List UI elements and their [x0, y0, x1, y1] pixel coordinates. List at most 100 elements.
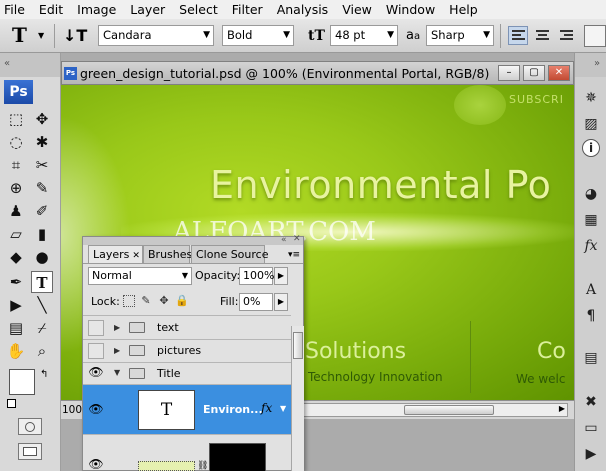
fill-slider-button[interactable]: ▶: [274, 293, 288, 311]
menu-help[interactable]: Help: [449, 2, 478, 17]
menu-image[interactable]: Image: [77, 2, 116, 17]
menu-filter[interactable]: Filter: [232, 2, 263, 17]
toolbox-header[interactable]: «: [0, 53, 60, 77]
tools-panel-icon[interactable]: ✖: [580, 391, 602, 413]
styles-fx-icon[interactable]: fx: [580, 235, 602, 257]
layers-scrollbar[interactable]: [291, 326, 304, 471]
visibility-toggle[interactable]: [88, 320, 104, 336]
eye-icon[interactable]: 👁: [88, 365, 104, 381]
foreground-color-swatch[interactable]: [9, 369, 35, 395]
antialias-select[interactable]: Sharp ▼: [426, 25, 494, 46]
menu-analysis[interactable]: Analysis: [277, 2, 329, 17]
lock-pixels-icon[interactable]: ✎: [140, 295, 152, 307]
minimize-button[interactable]: –: [498, 65, 520, 81]
menu-view[interactable]: View: [342, 2, 372, 17]
font-size-select[interactable]: 48 pt ▼: [330, 25, 398, 46]
dodge-tool-icon[interactable]: ●: [31, 246, 53, 268]
fill-input[interactable]: 0%: [239, 293, 273, 311]
horizontal-scrollbar[interactable]: ◀ ▶: [288, 403, 568, 417]
lock-position-icon[interactable]: ✥: [158, 295, 170, 307]
history-panel-icon[interactable]: ▭: [580, 417, 602, 439]
history-brush-tool-icon[interactable]: ✐: [31, 200, 53, 222]
crop-tool-icon[interactable]: ⌗: [5, 154, 27, 176]
default-colors-icon[interactable]: [7, 399, 16, 408]
align-center-button[interactable]: [532, 26, 552, 45]
layer-row-text[interactable]: ▶ text: [83, 315, 291, 339]
swatches-icon[interactable]: ▦: [580, 209, 602, 231]
character-panel-icon[interactable]: A: [580, 279, 602, 301]
menu-window[interactable]: Window: [386, 2, 435, 17]
zoom-tool-icon[interactable]: ⌕: [31, 340, 53, 362]
align-left-button[interactable]: [508, 26, 528, 45]
tool-preset-dropdown-icon[interactable]: ▼: [38, 31, 44, 40]
expand-arrow-icon[interactable]: ▶: [114, 346, 120, 355]
quick-mask-button[interactable]: [18, 418, 42, 435]
tab-clone-source[interactable]: Clone Source: [191, 245, 268, 264]
swap-colors-icon[interactable]: ↰: [40, 369, 48, 380]
align-right-button[interactable]: [556, 26, 576, 45]
paragraph-panel-icon[interactable]: ¶: [580, 305, 602, 327]
screen-mode-button[interactable]: [18, 443, 42, 460]
font-style-select[interactable]: Bold ▼: [222, 25, 294, 46]
eye-icon[interactable]: 👁: [88, 402, 104, 418]
photoshop-logo[interactable]: Ps: [4, 80, 33, 104]
blend-mode-select[interactable]: Normal ▼: [88, 267, 192, 285]
layer-row-environmental-portal[interactable]: 👁 T Environ... fx ▼: [83, 384, 291, 434]
move-tool-icon[interactable]: ✥: [31, 108, 53, 130]
line-tool-icon[interactable]: ╲: [31, 294, 53, 316]
opacity-input[interactable]: 100%: [239, 267, 274, 285]
expand-arrow-icon[interactable]: ▶: [114, 323, 120, 332]
clone-stamp-tool-icon[interactable]: ♟: [5, 200, 27, 222]
panel-menu-icon[interactable]: ▾≡: [288, 250, 300, 260]
hand-tool-icon[interactable]: ✋: [5, 340, 27, 362]
scrollbar-thumb[interactable]: [293, 332, 303, 359]
close-button[interactable]: ✕: [548, 65, 570, 81]
visibility-toggle[interactable]: [88, 343, 104, 359]
font-family-select[interactable]: Candara ▼: [98, 25, 214, 46]
tab-layers[interactable]: Layers ✕: [88, 245, 143, 264]
blur-tool-icon[interactable]: ◆: [5, 246, 27, 268]
pen-tool-icon[interactable]: ✒: [5, 271, 27, 293]
document-title-bar[interactable]: Ps green_design_tutorial.psd @ 100% (Env…: [61, 61, 574, 85]
navigator-icon[interactable]: ✵: [580, 87, 602, 109]
scrollbar-thumb[interactable]: [404, 405, 494, 415]
eye-icon[interactable]: 👁: [88, 457, 104, 471]
healing-brush-tool-icon[interactable]: ⊕: [5, 177, 27, 199]
tab-brushes[interactable]: Brushes: [143, 245, 192, 264]
text-color-swatch[interactable]: [584, 25, 606, 47]
maximize-button[interactable]: ▢: [523, 65, 545, 81]
magic-wand-tool-icon[interactable]: ✱: [31, 131, 53, 153]
lock-all-icon[interactable]: 🔒: [175, 295, 189, 307]
scroll-right-icon[interactable]: ▶: [559, 404, 565, 413]
text-tool-preset-icon[interactable]: T: [12, 23, 27, 47]
menu-file[interactable]: File: [4, 2, 25, 17]
notes-tool-icon[interactable]: ▤: [5, 317, 27, 339]
dock-header[interactable]: »: [575, 53, 606, 77]
lasso-tool-icon[interactable]: ◌: [5, 131, 27, 153]
opacity-slider-button[interactable]: ▶: [274, 267, 288, 285]
eyedropper-tool-icon[interactable]: ⌿: [31, 317, 53, 339]
actions-panel-icon[interactable]: ▶: [580, 443, 602, 465]
menu-select[interactable]: Select: [179, 2, 218, 17]
layer-row-next[interactable]: 👁 ⛓: [83, 434, 291, 471]
brush-tool-icon[interactable]: ✎: [31, 177, 53, 199]
gradient-tool-icon[interactable]: ▮: [31, 223, 53, 245]
slice-tool-icon[interactable]: ✂: [31, 154, 53, 176]
text-orientation-icon[interactable]: ↓T: [63, 26, 87, 45]
menu-layer[interactable]: Layer: [130, 2, 165, 17]
menu-edit[interactable]: Edit: [39, 2, 63, 17]
effects-expand-icon[interactable]: ▼: [280, 404, 286, 413]
path-selection-tool-icon[interactable]: ▶: [5, 294, 27, 316]
histogram-icon[interactable]: ▨: [580, 113, 602, 135]
color-palette-icon[interactable]: ◕: [580, 183, 602, 205]
close-tab-icon[interactable]: ✕: [132, 251, 140, 261]
marquee-tool-icon[interactable]: ⬚: [5, 108, 27, 130]
layer-row-pictures[interactable]: ▶ pictures: [83, 339, 291, 362]
layers-panel-icon[interactable]: ▤: [580, 347, 602, 369]
layer-effects-fx-icon[interactable]: fx: [261, 401, 272, 415]
layer-row-title[interactable]: 👁 ▼ Title: [83, 362, 291, 384]
info-icon[interactable]: i: [582, 139, 600, 157]
lock-transparency-icon[interactable]: [123, 295, 135, 307]
eraser-tool-icon[interactable]: ▱: [5, 223, 27, 245]
expand-arrow-icon[interactable]: ▼: [114, 368, 120, 377]
